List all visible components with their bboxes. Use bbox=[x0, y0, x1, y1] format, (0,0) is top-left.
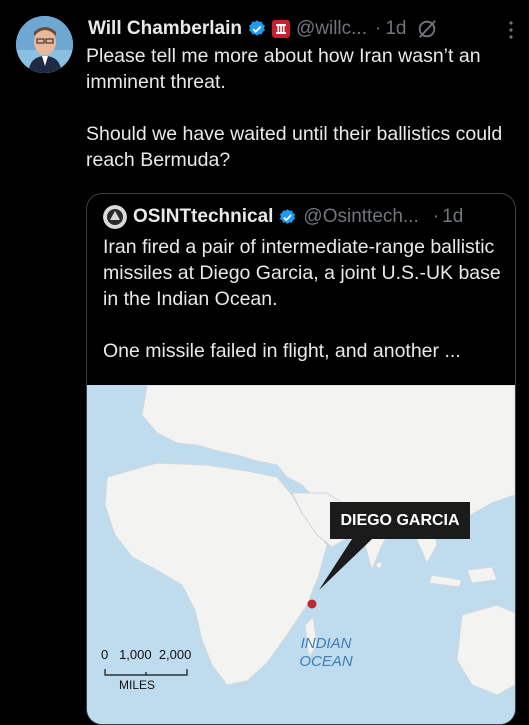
avatar-photo bbox=[16, 16, 73, 73]
ocean-label-line-1: INDIAN bbox=[300, 635, 352, 652]
grok-icon[interactable] bbox=[416, 18, 438, 40]
timestamp[interactable]: 1d bbox=[385, 18, 406, 40]
indian-ocean-label: INDIAN OCEAN bbox=[291, 635, 361, 671]
scale-unit: MILES bbox=[119, 678, 156, 692]
affiliation-glyph-icon bbox=[275, 24, 286, 34]
tweet-text: Please tell me more about how Iran wasn’… bbox=[86, 43, 518, 199]
map-image[interactable]: DIEGO GARCIA INDIAN OCEAN 0 1,000 2,000 … bbox=[87, 384, 515, 724]
author-handle[interactable]: @willc... bbox=[296, 18, 367, 40]
quoted-tweet[interactable]: OSINTtechnical @Osinttech... · 1d Iran f… bbox=[86, 193, 516, 725]
tweet-header: Will Chamberlain @willc... · 1d bbox=[88, 12, 521, 46]
ocean-label-line-2: OCEAN bbox=[299, 653, 353, 670]
quoted-paragraph-1: Iran fired a pair of intermediate-range … bbox=[103, 236, 501, 310]
quoted-verified-badge-icon bbox=[280, 208, 296, 224]
quoted-timestamp[interactable]: 1d bbox=[442, 206, 463, 228]
quoted-tweet-text: Iran fired a pair of intermediate-range … bbox=[103, 234, 503, 390]
quoted-paragraph-2: One missile failed in flight, and anothe… bbox=[103, 340, 461, 362]
quoted-author-handle[interactable]: @Osinttech... bbox=[303, 206, 418, 228]
affiliation-badge-icon[interactable] bbox=[271, 20, 290, 38]
avatar[interactable] bbox=[16, 16, 73, 73]
quoted-author-name[interactable]: OSINTtechnical bbox=[133, 206, 273, 228]
tweet-paragraph-2: Should we have waited until their ballis… bbox=[86, 123, 503, 171]
verified-badge-icon bbox=[249, 20, 265, 36]
more-options-icon[interactable] bbox=[509, 20, 513, 40]
diego-garcia-marker bbox=[307, 599, 317, 609]
quoted-tweet-header: OSINTtechnical @Osinttech... · 1d bbox=[103, 204, 463, 230]
tweet-paragraph-1: Please tell me more about how Iran wasn’… bbox=[86, 45, 481, 93]
quoted-avatar-logo-icon bbox=[103, 205, 127, 229]
quoted-avatar[interactable] bbox=[103, 205, 127, 229]
author-name[interactable]: Will Chamberlain bbox=[88, 18, 242, 40]
diego-garcia-callout: DIEGO GARCIA bbox=[330, 502, 470, 539]
scale-labels: 0 1,000 2,000 bbox=[101, 647, 192, 662]
separator-dot: · bbox=[374, 18, 382, 39]
map-graphic bbox=[87, 384, 515, 724]
quoted-separator-dot: · bbox=[432, 206, 440, 227]
